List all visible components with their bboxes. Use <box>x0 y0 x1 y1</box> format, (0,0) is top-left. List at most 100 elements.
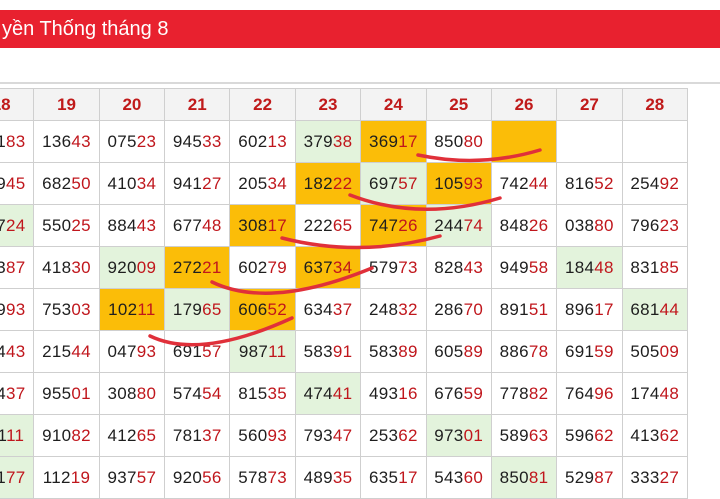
column-header-28: 28 <box>621 88 689 121</box>
result-cell: 84826 <box>490 204 558 247</box>
column-header-23: 23 <box>294 88 362 121</box>
result-cell: 74726 <box>360 204 427 247</box>
result-cell: 56093 <box>229 414 296 457</box>
result-cell: 18448 <box>556 246 623 289</box>
table-row: 3843795501308805745481535474414931667659… <box>0 372 689 415</box>
result-cell: 25362 <box>360 414 427 457</box>
page-title: yền Thống tháng 8 <box>2 18 169 40</box>
result-cell: 63437 <box>294 288 362 331</box>
result-cell: 17965 <box>164 288 231 331</box>
result-cell: 85081 <box>490 456 558 499</box>
result-cell: 58963 <box>490 414 558 457</box>
lottery-results-table: 1819202122232425262728 18183136430752394… <box>0 88 689 499</box>
column-header-19: 19 <box>33 88 100 121</box>
result-cell: 78137 <box>164 414 231 457</box>
result-cell: 92009 <box>98 246 166 289</box>
result-cell: 57873 <box>229 456 296 499</box>
result-cell: 32724 <box>0 204 35 247</box>
table-row: 2417711219937579205657873489356351754360… <box>0 456 689 499</box>
table-row: 3272455025884436774830817222657472624474… <box>0 204 689 247</box>
result-cell: 77882 <box>490 372 558 415</box>
result-cell: 34993 <box>0 288 35 331</box>
result-cell: 93757 <box>98 456 166 499</box>
result-cell: 28945 <box>0 162 35 205</box>
result-cell: 21544 <box>33 330 100 373</box>
result-cell: 69757 <box>360 162 427 205</box>
result-cell: 67659 <box>425 372 492 415</box>
result-cell: 91082 <box>33 414 100 457</box>
column-header-27: 27 <box>556 88 623 121</box>
page-title-bar: yền Thống tháng 8 <box>0 10 720 48</box>
column-header-21: 21 <box>164 88 231 121</box>
result-cell: 04793 <box>98 330 166 373</box>
result-cell: 74244 <box>490 162 558 205</box>
result-cell: 25492 <box>621 162 689 205</box>
result-cell: 95501 <box>33 372 100 415</box>
result-cell: 24177 <box>0 456 35 499</box>
result-cell: 94127 <box>164 162 231 205</box>
result-cell: 59662 <box>556 414 623 457</box>
table-row: 7411191082412657813756093793472536297301… <box>0 414 689 457</box>
result-cell: 81652 <box>556 162 623 205</box>
result-cell: 58391 <box>294 330 362 373</box>
divider <box>0 82 720 84</box>
result-cell: 57973 <box>360 246 427 289</box>
result-cell: 24387 <box>0 246 35 289</box>
result-cell: 50509 <box>621 330 689 373</box>
result-cell: 98711 <box>229 330 296 373</box>
column-header-24: 24 <box>360 88 427 121</box>
result-cell: 41034 <box>98 162 166 205</box>
result-cell: 60652 <box>229 288 296 331</box>
result-cell: 22265 <box>294 204 362 247</box>
column-header-20: 20 <box>98 88 166 121</box>
result-cell: 88443 <box>98 204 166 247</box>
result-cell: 10211 <box>98 288 166 331</box>
result-cell: 82843 <box>425 246 492 289</box>
result-cell: 41362 <box>621 414 689 457</box>
result-cell: 92056 <box>164 456 231 499</box>
result-cell: 88678 <box>490 330 558 373</box>
result-cell: 52987 <box>556 456 623 499</box>
result-cell: 54360 <box>425 456 492 499</box>
result-cell: 18183 <box>0 120 35 163</box>
result-cell: 69159 <box>556 330 623 373</box>
result-cell: 67748 <box>164 204 231 247</box>
result-cell <box>490 120 558 163</box>
result-cell: 58389 <box>360 330 427 373</box>
result-cell: 27221 <box>164 246 231 289</box>
result-cell: 36917 <box>360 120 427 163</box>
result-cell: 11219 <box>33 456 100 499</box>
result-cell: 68144 <box>621 288 689 331</box>
result-cell: 63517 <box>360 456 427 499</box>
result-cell: 10593 <box>425 162 492 205</box>
result-cell: 17448 <box>621 372 689 415</box>
table-row: 4244321544047936915798711583915838960589… <box>0 330 689 373</box>
result-cell: 94533 <box>164 120 231 163</box>
table-row: 1818313643075239453360213379383691785080 <box>0 120 689 163</box>
result-cell: 20534 <box>229 162 296 205</box>
result-cell: 18222 <box>294 162 362 205</box>
result-cell: 81535 <box>229 372 296 415</box>
result-cell: 37938 <box>294 120 362 163</box>
column-header-18: 18 <box>0 88 35 121</box>
result-cell: 83185 <box>621 246 689 289</box>
result-cell: 33327 <box>621 456 689 499</box>
result-cell: 85080 <box>425 120 492 163</box>
result-cell: 38437 <box>0 372 35 415</box>
result-cell: 89617 <box>556 288 623 331</box>
result-cell <box>621 120 689 163</box>
table-header: 1819202122232425262728 <box>0 88 689 121</box>
table-row: 2894568250410349412720534182226975710593… <box>0 162 689 205</box>
result-cell: 60279 <box>229 246 296 289</box>
result-cell: 75303 <box>33 288 100 331</box>
column-header-26: 26 <box>490 88 558 121</box>
result-cell: 97301 <box>425 414 492 457</box>
result-cell: 13643 <box>33 120 100 163</box>
column-header-25: 25 <box>425 88 492 121</box>
result-cell: 79347 <box>294 414 362 457</box>
result-cell: 49316 <box>360 372 427 415</box>
result-cell: 41830 <box>33 246 100 289</box>
result-cell: 30817 <box>229 204 296 247</box>
column-header-22: 22 <box>229 88 296 121</box>
result-cell: 24474 <box>425 204 492 247</box>
